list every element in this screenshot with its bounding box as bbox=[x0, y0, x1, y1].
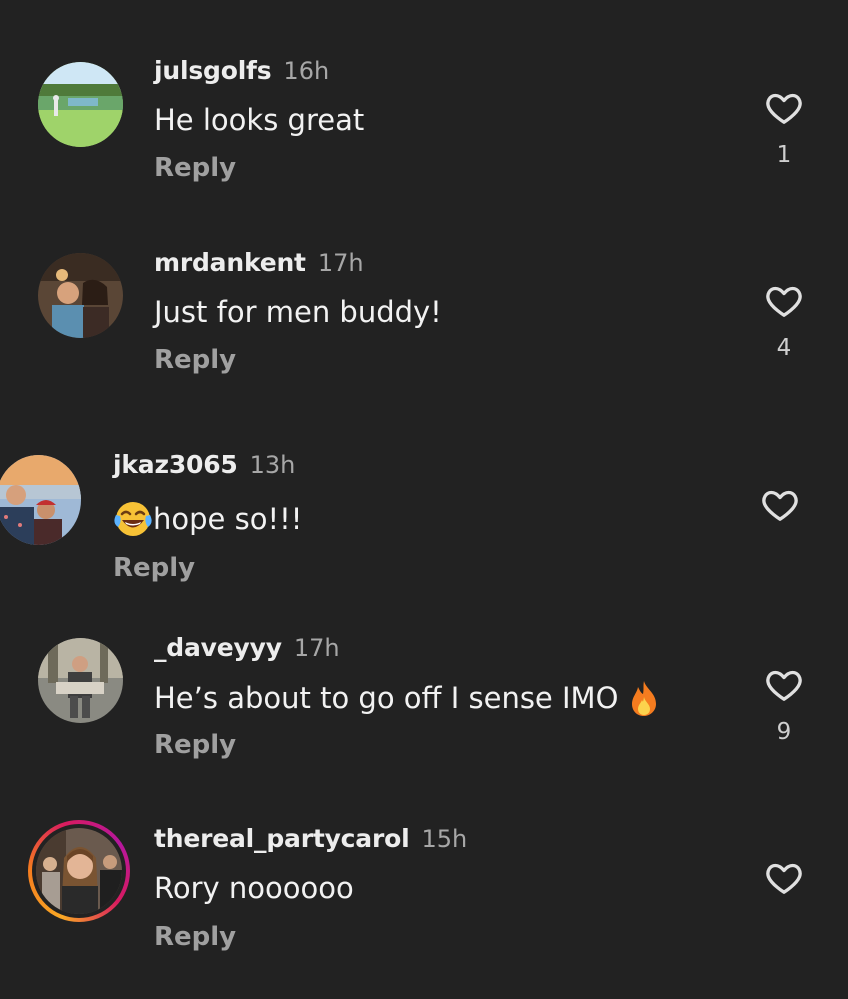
comment-text: He looks great bbox=[154, 103, 364, 137]
like-button[interactable] bbox=[764, 281, 804, 321]
like-count: 9 bbox=[776, 719, 792, 745]
comment-text-content: hope so!!! bbox=[153, 502, 303, 536]
story-ring[interactable] bbox=[28, 820, 130, 922]
reply-button[interactable]: Reply bbox=[154, 153, 236, 183]
fire-emoji-icon bbox=[631, 681, 656, 716]
heart-icon bbox=[762, 490, 798, 521]
comment-text: hope so!!! bbox=[113, 499, 302, 539]
comment-text: Rory noooooo bbox=[154, 871, 354, 905]
comment-username[interactable]: mrdankent bbox=[154, 248, 306, 277]
avatar[interactable] bbox=[38, 638, 123, 723]
avatar[interactable] bbox=[38, 253, 123, 338]
like-count: 1 bbox=[776, 142, 792, 168]
avatar[interactable] bbox=[38, 62, 123, 147]
comment-timestamp: 13h bbox=[249, 451, 296, 479]
comment-text: Just for men buddy! bbox=[154, 295, 442, 329]
comment-text-content: Rory noooooo bbox=[154, 871, 354, 905]
like-button[interactable] bbox=[764, 858, 804, 898]
comment-text-content: He’s about to go off I sense IMO bbox=[154, 681, 628, 715]
like-button[interactable] bbox=[760, 485, 800, 525]
reply-button[interactable]: Reply bbox=[154, 922, 236, 952]
comment-text-content: He looks great bbox=[154, 103, 365, 137]
like-button[interactable] bbox=[764, 665, 804, 705]
comment-text: He’s about to go off I sense IMO bbox=[154, 679, 660, 717]
comment-text-content: Just for men buddy! bbox=[154, 295, 442, 329]
comment-timestamp: 17h bbox=[317, 249, 364, 277]
heart-icon bbox=[766, 863, 802, 894]
comment-timestamp: 15h bbox=[421, 825, 468, 853]
comment-username[interactable]: _daveyyy bbox=[154, 633, 282, 662]
laughing-tears-emoji-icon bbox=[114, 502, 152, 536]
comment-timestamp: 16h bbox=[283, 57, 330, 85]
avatar[interactable] bbox=[0, 455, 81, 545]
reply-button[interactable]: Reply bbox=[113, 553, 195, 583]
heart-icon bbox=[766, 93, 802, 124]
heart-icon bbox=[766, 286, 802, 317]
like-button[interactable] bbox=[764, 88, 804, 128]
like-count: 4 bbox=[776, 335, 792, 361]
reply-button[interactable]: Reply bbox=[154, 730, 236, 760]
comment-username[interactable]: jkaz3065 bbox=[113, 450, 238, 479]
comment-timestamp: 17h bbox=[293, 634, 340, 662]
reply-button[interactable]: Reply bbox=[154, 345, 236, 375]
comment-username[interactable]: thereal_partycarol bbox=[154, 824, 410, 853]
heart-icon bbox=[766, 670, 802, 701]
avatar bbox=[32, 824, 126, 918]
comment-username[interactable]: julsgolfs bbox=[154, 56, 272, 85]
